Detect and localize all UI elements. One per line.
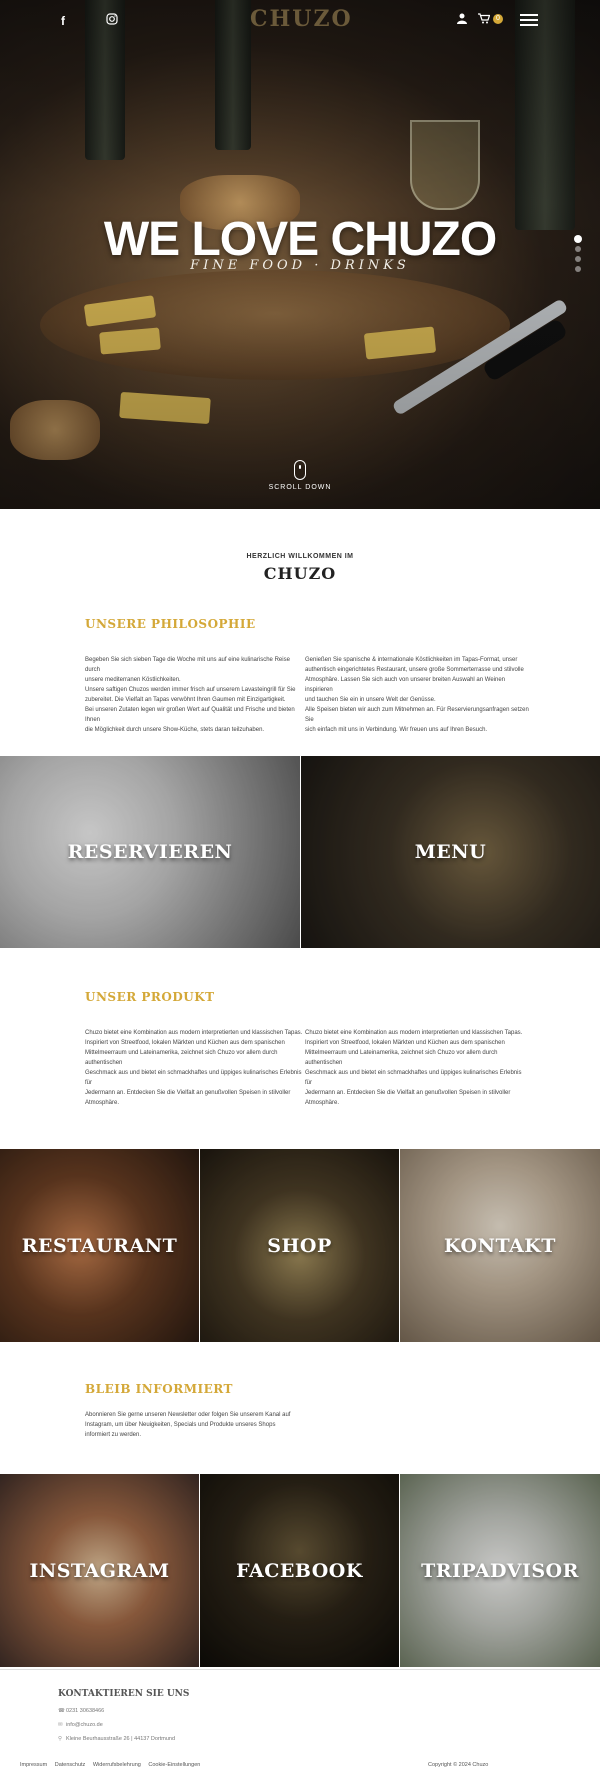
text-line: Inspiriert von Streetfood, lokalen Märkt… [305, 1040, 505, 1046]
text-line: Atmosphäre. [305, 1100, 340, 1106]
slide-dot[interactable] [575, 256, 581, 262]
philosophy-text-left: Begeben Sie sich sieben Tage die Woche m… [85, 655, 305, 735]
text-line: Instagram, um über Neuigkeiten, Specials… [85, 1422, 276, 1428]
product-heading: UNSER PRODUKT [85, 990, 215, 1004]
text-line: unsere mediterranen Köstlichkeiten. [85, 677, 181, 683]
top-navigation: f CHUZO 0 [0, 0, 600, 40]
footer-link-widerruf[interactable]: Widerrufsbelehrung [93, 1762, 141, 1768]
philosophy-text-right: Genießen Sie spanische & internationale … [305, 655, 530, 735]
contact-address: ⚲ Kleine Beurhausstraße 26 | 44137 Dortmu… [58, 1736, 175, 1742]
newsletter-text: Abonnieren Sie gerne unseren Newsletter … [85, 1410, 305, 1440]
cart-icon[interactable] [476, 13, 492, 29]
slide-dot[interactable] [575, 246, 581, 252]
brand-logo[interactable]: CHUZO [250, 6, 351, 32]
text-line: Atmosphäre. [85, 1100, 120, 1106]
footer-link-cookies[interactable]: Cookie-Einstellungen [148, 1762, 200, 1768]
product-text-right: Chuzo bietet eine Kombination aus modern… [305, 1028, 530, 1108]
text-line: und tauchen Sie ein in unsere Welt der G… [305, 697, 436, 703]
restaurant-tile[interactable]: RESTAURANT [0, 1149, 199, 1342]
text-line: Begeben Sie sich sieben Tage die Woche m… [85, 657, 290, 673]
footer-link-datenschutz[interactable]: Datenschutz [55, 1762, 86, 1768]
tile-label: FACEBOOK [236, 1559, 363, 1582]
hero-subtitle: FINE FOOD · DRINKS [190, 258, 410, 273]
tile-label: TRIPADVISOR [421, 1559, 579, 1582]
location-pin-icon: ⚲ [58, 1736, 63, 1742]
welcome-title: CHUZO [263, 564, 337, 583]
text-line: Abonnieren Sie gerne unseren Newsletter … [85, 1412, 291, 1418]
mouse-scroll-icon [294, 460, 306, 480]
text-line: Bei unseren Zutaten legen wir großen Wer… [85, 707, 295, 723]
hero-section: f CHUZO 0 WE LOVE CHUZO FINE FOOD · DRIN… [0, 0, 600, 509]
tile-label: SHOP [267, 1234, 332, 1257]
newsletter-heading: BLEIB INFORMIERT [85, 1382, 233, 1396]
text-line: Unsere saftigen Chuzos werden immer fris… [85, 687, 296, 693]
tile-label: RESERVIEREN [67, 841, 233, 863]
tripadvisor-tile[interactable]: TRIPADVISOR [400, 1474, 600, 1667]
text-line: Inspiriert von Streetfood, lokalen Märkt… [85, 1040, 285, 1046]
text-line: sich einfach mit uns in Verbindung. Wir … [305, 727, 488, 733]
tile-label: KONTAKT [444, 1234, 556, 1257]
email-address: info@chuzo.de [66, 1722, 103, 1728]
welcome-kicker: HERZLICH WILLKOMMEN IM [246, 553, 354, 560]
footer-link-impressum[interactable]: Impressum [20, 1762, 47, 1768]
tile-label: RESTAURANT [21, 1234, 178, 1257]
shop-tile[interactable]: SHOP [200, 1149, 399, 1342]
text-line: Chuzo bietet eine Kombination aus modern… [305, 1030, 523, 1036]
street-address: Kleine Beurhausstraße 26 | 44137 Dortmun… [66, 1736, 176, 1742]
facebook-tile[interactable]: FACEBOOK [200, 1474, 399, 1667]
facebook-icon[interactable]: f [55, 14, 71, 30]
phone-icon: ☎ [58, 1708, 65, 1714]
text-line: zubereitet. Die Vielfalt an Tapas verwöh… [85, 697, 286, 703]
user-icon[interactable] [454, 13, 470, 29]
text-line: Mittelmeerraum und Lateinamerika, zeichn… [85, 1050, 278, 1066]
tile-label: INSTAGRAM [29, 1559, 170, 1582]
text-line: Jedermann an. Entdecken Sie die Vielfalt… [305, 1090, 511, 1096]
text-line: Jedermann an. Entdecken Sie die Vielfalt… [85, 1090, 291, 1096]
text-line: Geschmack aus und bietet ein schmackhaft… [85, 1070, 302, 1086]
copyright-text: Copyright © 2024 Chuzo [428, 1762, 489, 1768]
contact-email[interactable]: ✉ info@chuzo.de [58, 1722, 103, 1728]
menu-icon[interactable] [520, 14, 538, 26]
menu-tile[interactable]: MENU [301, 756, 600, 948]
text-line: Atmosphäre. Lassen Sie sich auch von uns… [305, 677, 506, 693]
contact-phone[interactable]: ☎0231 30638466 [58, 1708, 104, 1714]
slider-pagination [575, 236, 583, 276]
cart-count-badge: 0 [493, 14, 503, 24]
slide-dot[interactable] [575, 266, 581, 272]
text-line: Genießen Sie spanische & internationale … [305, 657, 518, 663]
tile-label: MENU [414, 841, 487, 863]
text-line: Alle Speisen bieten wir auch zum Mitnehm… [305, 707, 529, 723]
text-line: Chuzo bietet eine Kombination aus modern… [85, 1030, 303, 1036]
instagram-icon[interactable] [104, 13, 120, 29]
scroll-down-label: SCROLL DOWN [268, 484, 332, 491]
text-line: Geschmack aus und bietet ein schmackhaft… [305, 1070, 522, 1086]
phone-number: 0231 30638466 [66, 1708, 105, 1714]
philosophy-heading: UNSERE PHILOSOPHIE [85, 617, 256, 631]
slide-dot[interactable] [575, 236, 581, 242]
footer-links: Impressum Datenschutz Widerrufsbelehrung… [20, 1762, 206, 1768]
scroll-down-button[interactable]: SCROLL DOWN [260, 460, 340, 491]
contact-heading: KONTAKTIEREN SIE UNS [58, 1689, 190, 1699]
footer-divider [0, 1669, 600, 1670]
text-line: die Möglichkeit durch unsere Show-Küche,… [85, 727, 265, 733]
kontakt-tile[interactable]: KONTAKT [400, 1149, 600, 1342]
reservieren-tile[interactable]: RESERVIEREN [0, 756, 300, 948]
product-text-left: Chuzo bietet eine Kombination aus modern… [85, 1028, 305, 1108]
text-line: Mittelmeerraum und Lateinamerika, zeichn… [305, 1050, 498, 1066]
instagram-tile[interactable]: INSTAGRAM [0, 1474, 199, 1667]
text-line: authentisch eingerichtetes Restaurant, u… [305, 667, 524, 673]
text-line: informiert zu werden. [85, 1432, 142, 1438]
mail-icon: ✉ [58, 1722, 63, 1728]
